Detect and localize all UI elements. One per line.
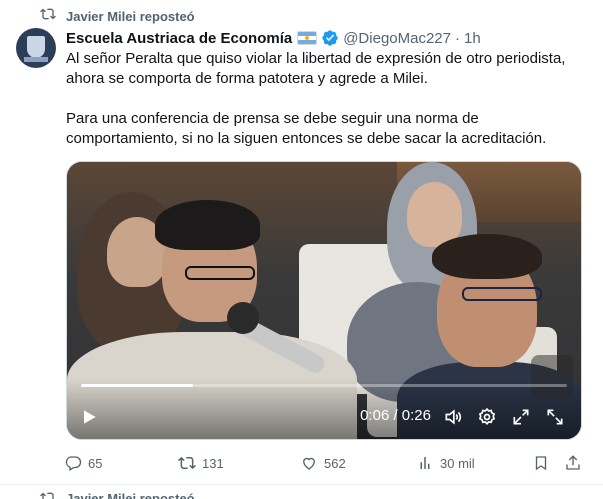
- author-handle[interactable]: @DiegoMac227: [343, 30, 451, 47]
- timestamp[interactable]: 1h: [464, 30, 481, 47]
- verified-badge-icon: [317, 29, 339, 47]
- views-button[interactable]: 30 mil: [416, 454, 475, 472]
- sign-language-inset: [531, 355, 573, 399]
- repost-count: 131: [202, 455, 224, 471]
- tweet-paragraph-2: Para una conferencia de prensa se debe s…: [66, 110, 547, 147]
- repost-icon: [40, 490, 56, 499]
- repost-indicator[interactable]: Javier Milei reposteó: [40, 6, 195, 26]
- video-progress-fill: [81, 384, 193, 387]
- repost-icon: [40, 6, 56, 27]
- play-button[interactable]: [79, 407, 99, 427]
- video-timecode: 0:06 / 0:26: [360, 407, 431, 424]
- argentina-flag-icon: [297, 31, 318, 45]
- repost-action-icon: [178, 454, 196, 472]
- fullscreen-button[interactable]: [545, 407, 565, 427]
- tweet-divider: [0, 484, 603, 485]
- repost-button[interactable]: 131: [178, 454, 224, 472]
- bookmark-button[interactable]: [532, 454, 550, 472]
- next-repost-label: Javier Milei reposteó: [66, 490, 195, 499]
- avatar[interactable]: [16, 28, 56, 68]
- settings-gear-icon: [477, 407, 497, 427]
- settings-button[interactable]: [477, 407, 497, 427]
- next-repost-indicator[interactable]: Javier Milei reposteó: [40, 490, 195, 499]
- pop-out-icon: [511, 407, 531, 427]
- avatar-banner: [24, 57, 48, 62]
- reply-icon: [64, 454, 82, 472]
- heart-icon: [300, 454, 318, 472]
- video-progress-bar[interactable]: [81, 384, 567, 387]
- video-player[interactable]: 0:06 / 0:26: [66, 161, 582, 440]
- tweet-text: Al señor Peralta que quiso violar la lib…: [66, 49, 586, 149]
- share-icon: [564, 454, 582, 472]
- author-name[interactable]: Escuela Austriaca de Economía: [66, 30, 292, 47]
- pop-out-button[interactable]: [511, 407, 531, 427]
- reply-count: 65: [88, 455, 103, 471]
- volume-icon: [443, 407, 463, 427]
- tweet-actions: 65 131 562 30 mil: [60, 452, 585, 474]
- tweet-paragraph-1: Al señor Peralta que quiso violar la lib…: [66, 50, 566, 87]
- separator-dot: ·: [455, 29, 460, 47]
- bookmark-icon: [532, 454, 550, 472]
- views-count: 30 mil: [440, 455, 475, 471]
- fullscreen-icon: [545, 407, 565, 427]
- play-icon: [79, 407, 99, 427]
- video-controls-gradient: [67, 379, 581, 439]
- share-button[interactable]: [564, 454, 582, 472]
- tweet-header: Escuela Austriaca de Economía @DiegoMac2…: [66, 28, 481, 48]
- avatar-shield: [27, 36, 45, 58]
- volume-button[interactable]: [443, 407, 463, 427]
- like-count: 562: [324, 455, 346, 471]
- views-chart-icon: [416, 454, 434, 472]
- like-button[interactable]: 562: [300, 454, 346, 472]
- reply-button[interactable]: 65: [64, 454, 102, 472]
- repost-label: Javier Milei reposteó: [66, 8, 195, 24]
